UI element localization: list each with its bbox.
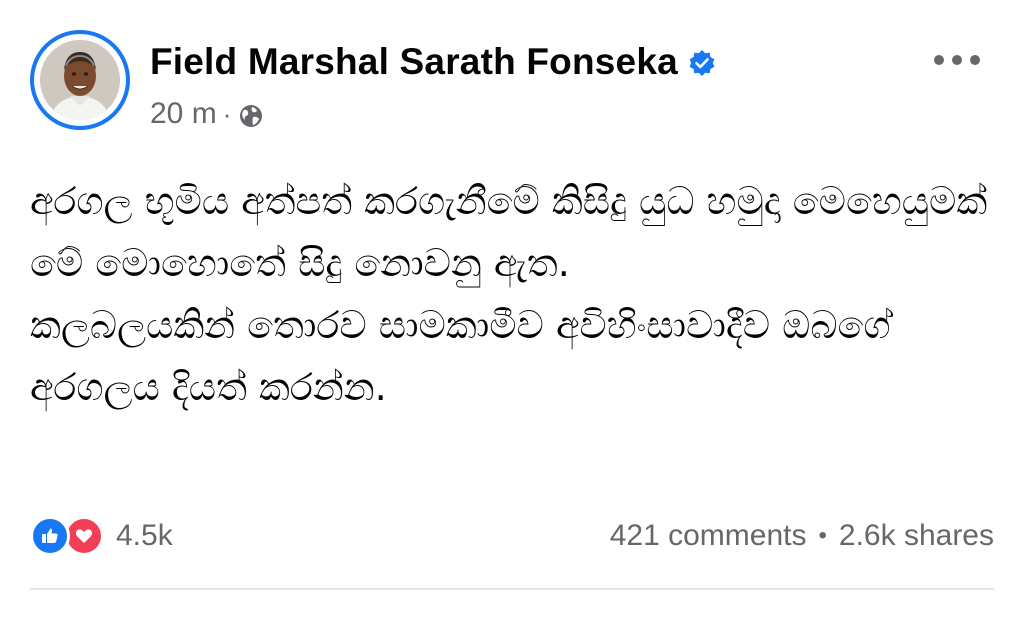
avatar[interactable] bbox=[30, 30, 130, 130]
meta-separator: · bbox=[222, 98, 232, 129]
author-line: Field Marshal Sarath Fonseka bbox=[150, 40, 716, 84]
more-dot bbox=[952, 55, 962, 65]
profile-photo bbox=[40, 40, 120, 120]
reactions-summary[interactable]: 4.5k bbox=[30, 516, 173, 556]
comments-count[interactable]: 421 comments bbox=[610, 519, 807, 553]
post-paragraph: කලබලයකින් තොරව සාමකාමීව අවිහිංසාවාදීව ඔබ… bbox=[30, 303, 903, 409]
divider bbox=[30, 588, 994, 590]
more-dot bbox=[970, 55, 980, 65]
more-options-icon[interactable] bbox=[934, 48, 980, 72]
post-paragraph: අරගල භූමිය අත්පත් කරගැනීමේ කිසිදු යුධ හම… bbox=[30, 179, 1000, 285]
post-meta: 20 m · bbox=[150, 96, 263, 132]
reaction-count: 4.5k bbox=[116, 519, 173, 552]
facebook-post: Field Marshal Sarath Fonseka 20 m · අරගල… bbox=[0, 0, 1024, 618]
more-dot bbox=[934, 55, 944, 65]
shares-count[interactable]: 2.6k shares bbox=[839, 519, 994, 553]
love-reaction-icon bbox=[64, 516, 104, 556]
author-name[interactable]: Field Marshal Sarath Fonseka bbox=[150, 41, 678, 83]
post-body: අරගල භූමිය අත්පත් කරගැනීමේ කිසිදු යුධ හම… bbox=[30, 170, 1000, 418]
reaction-icons bbox=[30, 516, 108, 556]
post-footer: 4.5k 421 comments • 2.6k shares bbox=[30, 508, 994, 564]
post-stats: 421 comments • 2.6k shares bbox=[610, 519, 994, 553]
post-header: Field Marshal Sarath Fonseka 20 m · bbox=[30, 30, 1000, 140]
post-time[interactable]: 20 m bbox=[150, 97, 217, 131]
like-reaction-icon bbox=[30, 516, 70, 556]
stats-separator: • bbox=[818, 522, 827, 549]
profile-photo-graphic bbox=[40, 40, 120, 120]
globe-icon[interactable] bbox=[239, 102, 263, 127]
verified-badge-icon bbox=[688, 49, 716, 77]
